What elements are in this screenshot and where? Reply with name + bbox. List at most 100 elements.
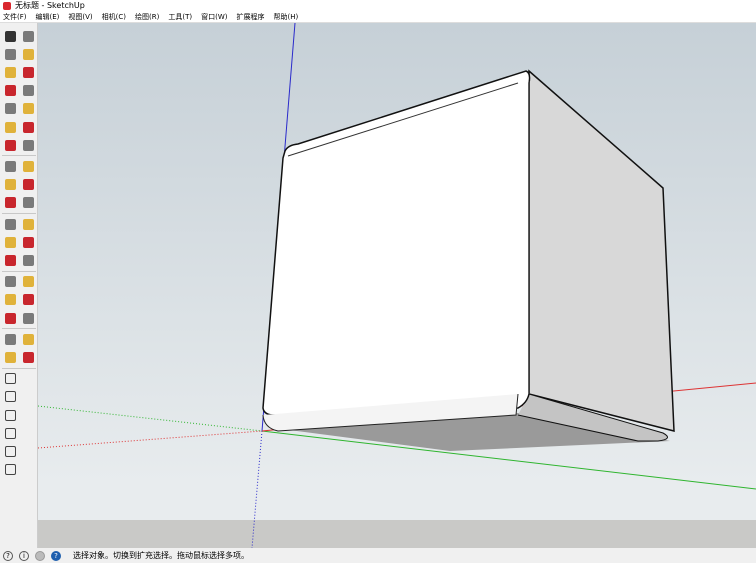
three-point-arc-icon bbox=[4, 139, 16, 151]
3d-text-tool-button[interactable] bbox=[21, 253, 35, 267]
menu-window[interactable]: 窗口(W) bbox=[201, 12, 227, 22]
select-tool-button[interactable] bbox=[3, 29, 17, 43]
top-view-icon bbox=[4, 391, 16, 403]
push-pull-tool-button[interactable] bbox=[21, 159, 35, 173]
follow-me-tool-button[interactable] bbox=[21, 178, 35, 192]
status-text: 选择对象。切换到扩充选择。拖动鼠标选择多项。 bbox=[73, 551, 249, 560]
walk-tool-button[interactable] bbox=[3, 350, 17, 364]
protractor-tool-button[interactable] bbox=[3, 235, 17, 249]
back-view-icon bbox=[4, 445, 16, 457]
credits-icon[interactable]: i bbox=[19, 550, 29, 561]
push-pull-icon bbox=[22, 160, 34, 172]
walk-icon bbox=[4, 351, 16, 363]
cube-right-face bbox=[528, 69, 675, 432]
green-axis-hidden bbox=[38, 405, 263, 432]
zoom-window-icon bbox=[22, 294, 34, 306]
text-tool-button[interactable] bbox=[21, 235, 35, 249]
menu-file[interactable]: 文件(F) bbox=[3, 12, 27, 22]
position-camera-tool-button[interactable] bbox=[3, 332, 17, 346]
menu-edit[interactable]: 编辑(E) bbox=[36, 12, 60, 22]
zoom-extents-icon bbox=[4, 312, 16, 324]
pan-tool-button[interactable] bbox=[21, 275, 35, 289]
title-bar: 无标题 - SketchUp bbox=[0, 0, 756, 11]
large-tool-set-toolbar bbox=[0, 23, 38, 548]
tape-measure-tool-button[interactable] bbox=[3, 217, 17, 231]
iso-view-icon bbox=[4, 373, 16, 385]
rotated-rectangle-tool-button[interactable] bbox=[21, 84, 35, 98]
user-icon[interactable] bbox=[35, 550, 45, 561]
dimension-tool-button[interactable] bbox=[21, 217, 35, 231]
orbit-icon bbox=[4, 276, 16, 288]
polygon-tool-button[interactable] bbox=[21, 102, 35, 116]
blue-axis-hidden bbox=[251, 430, 263, 548]
paint-bucket-icon bbox=[4, 48, 16, 60]
back-view-tool-button[interactable] bbox=[3, 444, 17, 458]
look-around-tool-button[interactable] bbox=[21, 332, 35, 346]
top-view-tool-button[interactable] bbox=[3, 390, 17, 404]
pan-icon bbox=[22, 276, 34, 288]
rectangle-tool-button[interactable] bbox=[3, 84, 17, 98]
dimension-icon bbox=[22, 218, 34, 230]
scale-tool-button[interactable] bbox=[3, 196, 17, 210]
position-camera-icon bbox=[4, 333, 16, 345]
offset-tool-button[interactable] bbox=[21, 196, 35, 210]
menu-bar: 文件(F) 编辑(E) 视图(V) 相机(C) 绘图(R) 工具(T) 窗口(W… bbox=[0, 11, 756, 23]
toolbar-separator bbox=[2, 367, 36, 369]
paint-bucket-tool-button[interactable] bbox=[3, 47, 17, 61]
right-view-tool-button[interactable] bbox=[3, 426, 17, 440]
right-view-icon bbox=[4, 427, 16, 439]
toolbar-separator bbox=[2, 328, 36, 330]
circle-icon bbox=[4, 103, 16, 115]
arc-icon bbox=[4, 121, 16, 133]
previous-view-tool-button[interactable] bbox=[21, 311, 35, 325]
previous-view-icon bbox=[22, 312, 34, 324]
line-tool-button[interactable] bbox=[3, 65, 17, 79]
menu-tools[interactable]: 工具(T) bbox=[168, 12, 192, 22]
rectangle-icon bbox=[4, 85, 16, 97]
menu-view[interactable]: 视图(V) bbox=[68, 12, 92, 22]
left-view-tool-button[interactable] bbox=[3, 463, 17, 477]
red-axis-hidden bbox=[38, 430, 263, 449]
rotate-icon bbox=[4, 179, 16, 191]
3d-text-icon bbox=[22, 254, 34, 266]
eraser-tool-button[interactable] bbox=[21, 47, 35, 61]
eraser-paint-tool-button[interactable] bbox=[21, 29, 35, 43]
freehand-tool-button[interactable] bbox=[21, 65, 35, 79]
tape-measure-icon bbox=[4, 218, 16, 230]
rotated-rectangle-icon bbox=[22, 85, 34, 97]
two-point-arc-tool-button[interactable] bbox=[21, 120, 35, 134]
move-tool-button[interactable] bbox=[3, 159, 17, 173]
menu-extensions[interactable]: 扩展程序 bbox=[236, 12, 264, 22]
pie-tool-button[interactable] bbox=[21, 138, 35, 152]
help-icon[interactable]: ? bbox=[51, 550, 61, 561]
geo-location-icon[interactable]: ? bbox=[3, 550, 13, 561]
menu-camera[interactable]: 相机(C) bbox=[102, 12, 126, 22]
status-bar: ? i ? 选择对象。切换到扩充选择。拖动鼠标选择多项。 bbox=[0, 548, 756, 563]
axes-tool-button[interactable] bbox=[3, 253, 17, 267]
drawing-viewport[interactable] bbox=[38, 23, 756, 548]
move-icon bbox=[4, 160, 16, 172]
section-plane-tool-button[interactable] bbox=[21, 350, 35, 364]
front-view-icon bbox=[4, 409, 16, 421]
freehand-icon bbox=[22, 66, 34, 78]
rotate-tool-button[interactable] bbox=[3, 178, 17, 192]
circle-tool-button[interactable] bbox=[3, 102, 17, 116]
toolbar-separator bbox=[2, 155, 36, 157]
eraser-paint-icon bbox=[22, 30, 34, 42]
menu-draw[interactable]: 绘图(R) bbox=[135, 12, 159, 22]
three-point-arc-tool-button[interactable] bbox=[3, 138, 17, 152]
two-point-arc-icon bbox=[22, 121, 34, 133]
toolbar-separator bbox=[2, 270, 36, 272]
zoom-tool-button[interactable] bbox=[3, 293, 17, 307]
line-icon bbox=[4, 66, 16, 78]
orbit-tool-button[interactable] bbox=[3, 275, 17, 289]
zoom-icon bbox=[4, 294, 16, 306]
front-view-tool-button[interactable] bbox=[3, 408, 17, 422]
arc-tool-button[interactable] bbox=[3, 120, 17, 134]
iso-view-tool-button[interactable] bbox=[3, 372, 17, 386]
zoom-extents-tool-button[interactable] bbox=[3, 311, 17, 325]
axes-icon bbox=[4, 254, 16, 266]
zoom-window-tool-button[interactable] bbox=[21, 293, 35, 307]
scale-icon bbox=[4, 197, 16, 209]
menu-help[interactable]: 帮助(H) bbox=[273, 12, 298, 22]
